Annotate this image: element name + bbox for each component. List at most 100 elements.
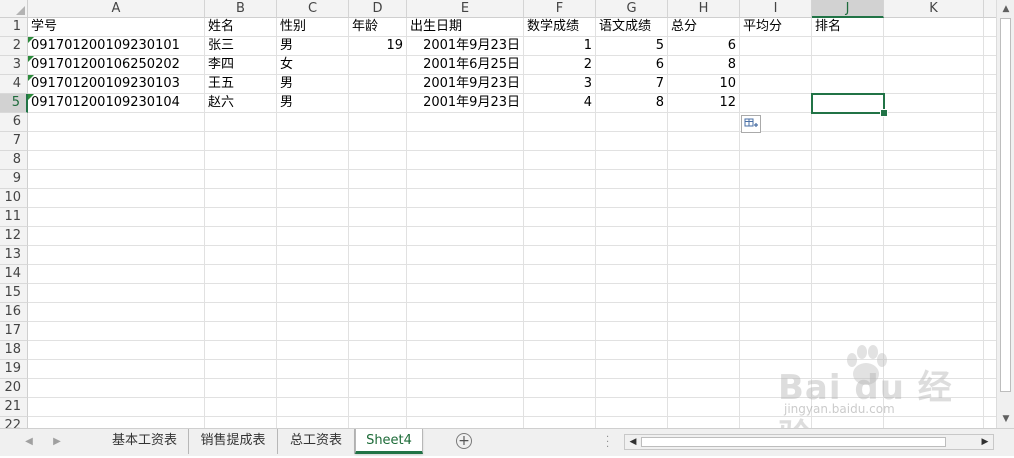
cell-h17[interactable] [668,322,740,341]
cell-f7[interactable] [524,132,596,151]
cell-k4[interactable] [884,75,984,94]
cell-e3[interactable]: 2001年6月25日 [407,56,524,75]
cell-e17[interactable] [407,322,524,341]
cell-d12[interactable] [349,227,407,246]
cell-c6[interactable] [277,113,349,132]
cell-b8[interactable] [205,151,277,170]
cell-g12[interactable] [596,227,668,246]
cell-d21[interactable] [349,398,407,417]
cell-h13[interactable] [668,246,740,265]
cell-i21[interactable] [740,398,812,417]
cell-e19[interactable] [407,360,524,379]
cell-e1[interactable]: 出生日期 [407,18,524,37]
scroll-up-arrow-icon[interactable]: ▲ [999,2,1013,16]
cell-f8[interactable] [524,151,596,170]
cell-c4[interactable]: 男 [277,75,349,94]
cell-g15[interactable] [596,284,668,303]
row-header-10[interactable]: 10 [0,189,28,208]
cell-a8[interactable] [28,151,205,170]
cell-g2[interactable]: 5 [596,37,668,56]
cell-f6[interactable] [524,113,596,132]
cell-j10[interactable] [812,189,884,208]
cell-j15[interactable] [812,284,884,303]
cell-c5[interactable]: 男 [277,94,349,113]
cell-i5[interactable] [740,94,812,113]
cell-f22[interactable] [524,417,596,428]
row-header-16[interactable]: 16 [0,303,28,322]
cell-d22[interactable] [349,417,407,428]
cell-j19[interactable] [812,360,884,379]
cell-e18[interactable] [407,341,524,360]
row-header-15[interactable]: 15 [0,284,28,303]
cell-f5[interactable]: 4 [524,94,596,113]
cell-j2[interactable] [812,37,884,56]
cell-g14[interactable] [596,265,668,284]
cell-h7[interactable] [668,132,740,151]
cell-g19[interactable] [596,360,668,379]
cell-k12[interactable] [884,227,984,246]
cell-a16[interactable] [28,303,205,322]
cell-j6[interactable] [812,113,884,132]
cell-k18[interactable] [884,341,984,360]
cell-h15[interactable] [668,284,740,303]
cell-b19[interactable] [205,360,277,379]
cell-h21[interactable] [668,398,740,417]
cell-e12[interactable] [407,227,524,246]
row-header-12[interactable]: 12 [0,227,28,246]
cell-k14[interactable] [884,265,984,284]
cell-a19[interactable] [28,360,205,379]
cell-c2[interactable]: 男 [277,37,349,56]
cell-h6[interactable] [668,113,740,132]
cell-j4[interactable] [812,75,884,94]
cell-b4[interactable]: 王五 [205,75,277,94]
column-header-g[interactable]: G [596,0,668,18]
cell-d6[interactable] [349,113,407,132]
cell-a7[interactable] [28,132,205,151]
cell-l11[interactable] [984,208,996,227]
cell-b9[interactable] [205,170,277,189]
cell-i9[interactable] [740,170,812,189]
row-header-2[interactable]: 2 [0,37,28,56]
cell-h18[interactable] [668,341,740,360]
cell-f19[interactable] [524,360,596,379]
column-header-d[interactable]: D [349,0,407,18]
horizontal-scroll-thumb[interactable] [641,437,946,447]
cell-c20[interactable] [277,379,349,398]
row-header-22[interactable]: 22 [0,417,28,428]
cell-i3[interactable] [740,56,812,75]
cell-e16[interactable] [407,303,524,322]
cell-f16[interactable] [524,303,596,322]
column-header-h[interactable]: H [668,0,740,18]
cell-e4[interactable]: 2001年9月23日 [407,75,524,94]
cell-h22[interactable] [668,417,740,428]
row-header-11[interactable]: 11 [0,208,28,227]
row-header-19[interactable]: 19 [0,360,28,379]
column-header-f[interactable]: F [524,0,596,18]
cell-c7[interactable] [277,132,349,151]
row-header-8[interactable]: 8 [0,151,28,170]
cell-h11[interactable] [668,208,740,227]
cell-a2[interactable]: 091701200109230101 [28,37,205,56]
cell-l12[interactable] [984,227,996,246]
cell-k17[interactable] [884,322,984,341]
cell-i4[interactable] [740,75,812,94]
cell-b1[interactable]: 姓名 [205,18,277,37]
cell-i14[interactable] [740,265,812,284]
cell-c13[interactable] [277,246,349,265]
cell-a22[interactable] [28,417,205,428]
cell-e22[interactable] [407,417,524,428]
cell-g1[interactable]: 语文成绩 [596,18,668,37]
cell-k8[interactable] [884,151,984,170]
vertical-scrollbar[interactable]: ▲ ▼ [996,0,1014,428]
cell-g5[interactable]: 8 [596,94,668,113]
cell-b3[interactable]: 李四 [205,56,277,75]
cell-l2[interactable] [984,37,996,56]
cell-e8[interactable] [407,151,524,170]
scroll-right-arrow-icon[interactable]: ▶ [978,436,992,449]
cell-c14[interactable] [277,265,349,284]
cell-g13[interactable] [596,246,668,265]
row-header-5[interactable]: 5 [0,94,28,113]
cell-g17[interactable] [596,322,668,341]
cell-b13[interactable] [205,246,277,265]
row-header-21[interactable]: 21 [0,398,28,417]
